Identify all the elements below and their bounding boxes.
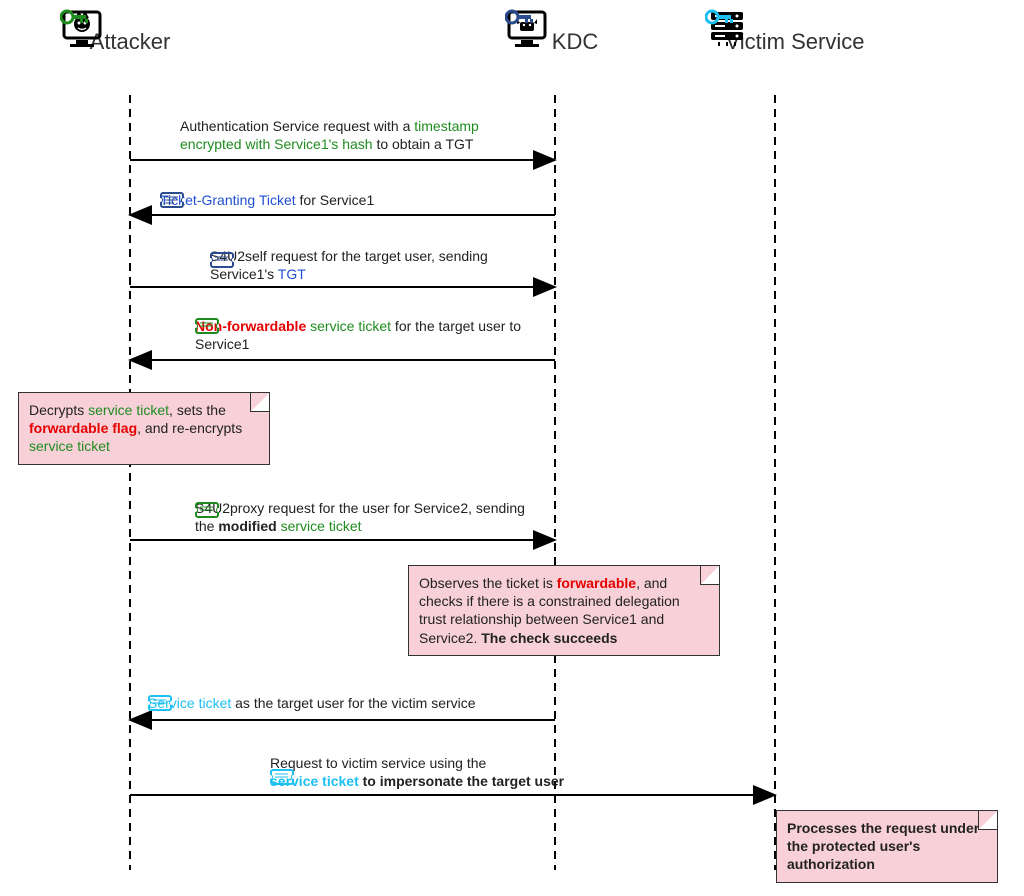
note-attacker: Decrypts service ticket, sets the forwar… xyxy=(18,392,270,465)
key-icon xyxy=(505,8,535,26)
ticket-icon xyxy=(195,502,219,518)
note-victim: Processes the request under the protecte… xyxy=(776,810,998,883)
ticket-icon xyxy=(270,769,294,785)
participant-attacker: Attacker xyxy=(60,8,200,53)
participant-victim: Victim Service xyxy=(705,8,885,53)
ticket-icon xyxy=(210,252,234,268)
participant-kdc: KDC xyxy=(505,8,645,53)
msg-2: Ticket-Granting Ticket for Service1 xyxy=(160,192,520,210)
ticket-icon xyxy=(160,192,184,208)
msg-4: Non-forwardable service ticket for the t… xyxy=(195,318,535,353)
sequence-diagram: Attacker KDC xyxy=(0,0,1024,896)
msg-3: S4U2self request for the target user, se… xyxy=(210,248,530,283)
msg-7: Request to victim service using the serv… xyxy=(270,755,700,790)
msg-6: Service ticket as the target user for th… xyxy=(148,695,548,713)
key-icon xyxy=(705,8,735,26)
ticket-icon xyxy=(195,318,219,334)
key-icon xyxy=(60,8,90,26)
msg-5: S4U2proxy request for the user for Servi… xyxy=(195,500,535,535)
note-kdc: Observes the ticket is forwardable, and … xyxy=(408,565,720,656)
ticket-icon xyxy=(148,695,172,711)
msg-1: Authentication Service request with a ti… xyxy=(180,118,520,153)
